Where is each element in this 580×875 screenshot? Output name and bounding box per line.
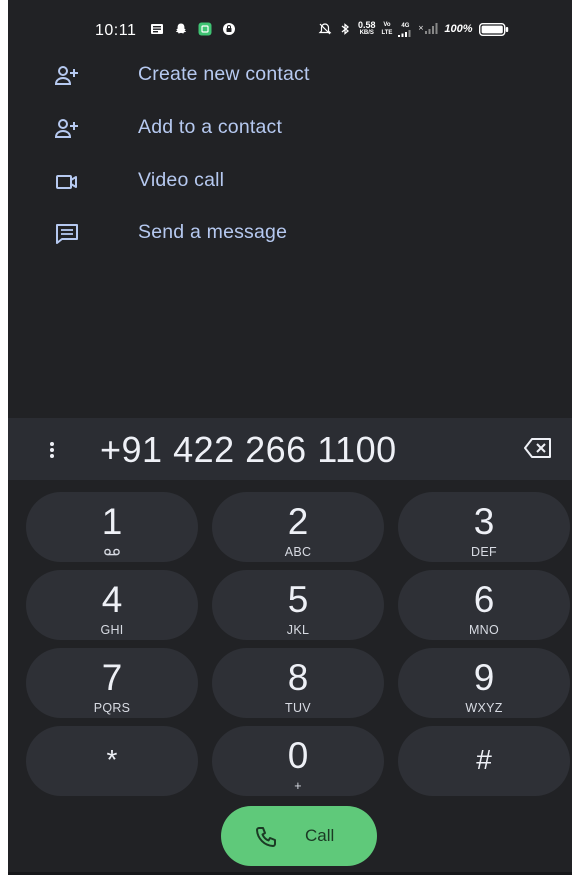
app-notification-icon [198,22,212,36]
status-time: 10:11 [95,22,137,39]
message-icon [56,224,78,244]
backspace-icon[interactable] [524,437,552,459]
status-bar: 10:11 0.58 KB/S Vo LTE 4G × 100% [8,0,572,52]
key-digit: 7 [101,657,123,698]
notification-icons [150,22,236,36]
dial-key-3[interactable]: 3 DEF [398,492,570,562]
key-digit: 8 [287,657,309,698]
dial-key-1[interactable]: 1 [26,492,198,562]
dialpad: 1 2 ABC 3 DEF 4 GHI 5 JKL 6 MNO 7 PQRS 8… [8,480,572,875]
dial-key-2[interactable]: 2 ABC [212,492,384,562]
status-right-icons: 0.58 KB/S Vo LTE 4G × 100% [318,21,509,37]
dial-key-star[interactable]: * [26,726,198,796]
dial-key-hash[interactable]: # [398,726,570,796]
mute-bell-icon [318,23,332,35]
videocam-icon [56,175,77,189]
signal-no-service-icon: × [418,23,438,34]
dial-key-9[interactable]: 9 WXYZ [398,648,570,718]
battery-icon [478,22,508,36]
menu-label: Create new contact [138,63,310,85]
phone-icon [256,827,276,847]
key-digit: 3 [473,501,495,542]
newspaper-icon [151,24,163,34]
person-add-icon [54,119,78,138]
dial-key-5[interactable]: 5 JKL [212,570,384,640]
person-add-icon [54,66,78,85]
key-letters: GHI [100,623,124,637]
key-digit: 5 [287,579,309,620]
dialed-number[interactable]: +91 422 266 1100 [100,429,397,471]
key-digit: 9 [473,657,495,698]
volte-indicator: Vo LTE [381,22,393,36]
key-letters: PQRS [93,701,131,715]
dial-key-7[interactable]: 7 PQRS [26,648,198,718]
menu-label: Video call [138,169,225,191]
key-letters: MNO [468,623,500,637]
more-vert-icon[interactable] [48,440,56,460]
key-digit: 6 [473,579,495,620]
signal-bars-icon [398,29,411,37]
key-letters: ABC [284,545,312,559]
key-letters: TUV [285,701,311,715]
dial-key-0[interactable]: 0 + [212,726,384,796]
dial-key-6[interactable]: 6 MNO [398,570,570,640]
key-letters: JKL [286,623,310,637]
menu-label: Add to a contact [138,116,283,138]
key-digit: 1 [101,501,123,542]
dial-key-8[interactable]: 8 TUV [212,648,384,718]
svg-text:×: × [418,24,424,32]
menu-item-create-new-contact[interactable]: Create new contact [8,50,572,102]
dialer-screen: 10:11 0.58 KB/S Vo LTE 4G × 100% Create … [8,0,572,875]
key-digit: 2 [287,501,309,542]
key-digit: 4 [101,579,123,620]
key-letters: WXYZ [465,701,503,715]
key-digit: * [106,744,118,775]
vpn-lock-icon [223,23,235,35]
battery-percent: 100% [444,23,473,35]
call-label: Call [305,826,335,845]
key-digit: 0 [287,735,309,776]
call-button[interactable]: Call [221,806,377,866]
key-letters: + [294,779,302,793]
voicemail-icon [104,548,120,556]
key-digit: # [476,744,492,775]
dialed-number-bar: +91 422 266 1100 [8,418,572,480]
signal-4g-indicator: 4G [398,22,412,37]
key-letters: DEF [471,545,497,559]
menu-item-add-to-contact[interactable]: Add to a contact [8,103,572,155]
menu-item-video-call[interactable]: Video call [8,156,572,208]
menu-label: Send a message [138,221,288,243]
bluetooth-icon [341,23,350,35]
menu-item-send-message[interactable]: Send a message [8,208,572,260]
network-speed: 0.58 KB/S [358,20,376,37]
snapchat-icon [175,23,187,34]
dial-key-4[interactable]: 4 GHI [26,570,198,640]
